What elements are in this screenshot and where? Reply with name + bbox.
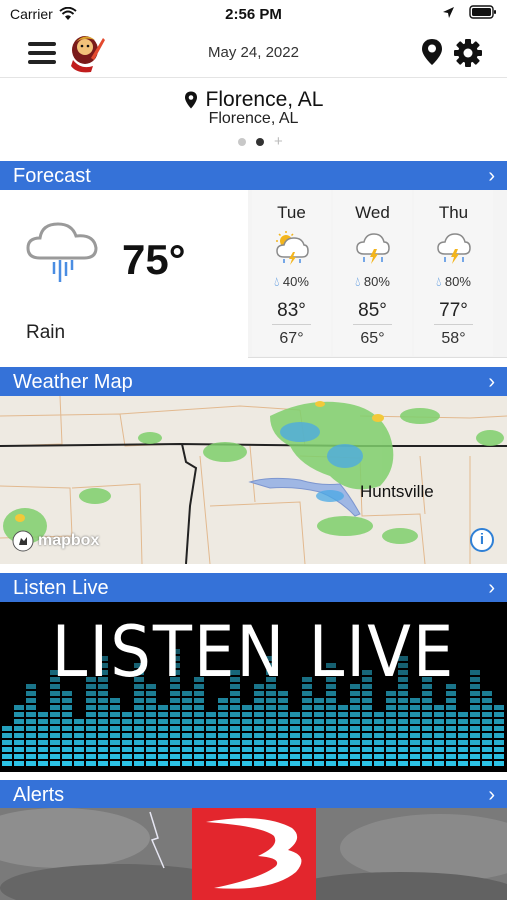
forecast-day-tue[interactable]: Tue 💧︎ 40% 83° 67° [252, 190, 331, 356]
location-pin-icon [184, 91, 197, 109]
mapbox-logo-icon [12, 530, 34, 552]
precip-chance: 💧︎ 40% [252, 274, 331, 290]
settings-gear-button[interactable] [453, 38, 483, 68]
map-city-label: Huntsville [360, 482, 434, 501]
mapbox-label: mapbox [38, 532, 100, 549]
location-pin-button[interactable] [420, 38, 444, 66]
temp-divider [353, 324, 392, 325]
listen-live-header[interactable]: Listen Live › [0, 573, 507, 602]
map-info-button[interactable]: i [470, 528, 494, 552]
top-nav: May 24, 2022 [0, 28, 507, 78]
day-name: Thu [438, 203, 469, 222]
day-name: Wed [355, 203, 390, 222]
forecast-header[interactable]: Forecast › [0, 161, 507, 190]
low-temp: 58° [441, 330, 466, 347]
raindrop-icon: 💧︎ [355, 274, 361, 289]
location-header[interactable]: Florence, AL Florence, AL + [0, 80, 507, 158]
alerts-header[interactable]: Alerts › [0, 780, 507, 809]
chevron-right-icon: › [488, 165, 495, 187]
temp-divider [272, 324, 311, 325]
raindrop-icon: 💧︎ [274, 274, 280, 289]
battery-icon [469, 5, 496, 19]
chevron-right-icon: › [488, 784, 495, 806]
daily-forecast-list: Tue 💧︎ 40% 83° 67° Wed 💧︎ 80% 85° 65° Th… [252, 190, 493, 356]
high-temp: 77° [439, 300, 468, 321]
listen-live-title: Listen Live [13, 577, 109, 599]
precip-value: 80% [363, 274, 390, 289]
precip-value: 80% [444, 274, 471, 289]
page-dot[interactable] [238, 138, 246, 146]
thunderstorm-icon [356, 233, 390, 264]
low-temp: 65° [360, 330, 385, 347]
precip-chance: 💧︎ 80% [333, 274, 412, 290]
listen-live-banner[interactable]: LISTEN LIVE [0, 602, 507, 772]
high-temp: 85° [358, 300, 387, 321]
current-temperature: 75° [122, 236, 186, 283]
current-condition: Rain [26, 322, 66, 343]
page-dot-active[interactable] [256, 138, 264, 146]
alerts-banner[interactable] [0, 808, 507, 900]
current-conditions: 75° Rain [0, 190, 248, 358]
status-time: 2:56 PM [225, 6, 282, 23]
temp-divider [434, 324, 473, 325]
location-subtitle: Florence, AL [208, 110, 299, 127]
forecast-day-thu[interactable]: Thu 💧︎ 80% 77° 58° [414, 190, 493, 356]
alerts-brand-logo [192, 808, 316, 900]
brand-logo-icon [206, 818, 302, 889]
forecast-panel[interactable]: 75° Rain Tue 💧︎ 40% 83° 67° Wed 💧︎ 80% 8… [0, 190, 507, 358]
raindrop-icon: 💧︎ [436, 274, 442, 289]
weather-map-header[interactable]: Weather Map › [0, 367, 507, 396]
location-name: Florence, AL [205, 88, 324, 111]
precip-chance: 💧︎ 80% [414, 274, 493, 290]
page-indicator[interactable]: + [238, 134, 283, 149]
thunderstorm-icon [437, 233, 471, 264]
low-temp: 67° [279, 330, 304, 347]
high-temp: 83° [277, 300, 306, 321]
alerts-title: Alerts [13, 784, 65, 806]
add-location-icon[interactable]: + [274, 134, 283, 149]
forecast-day-wed[interactable]: Wed 💧︎ 80% 85° 65° [333, 190, 412, 356]
mapbox-attribution[interactable]: mapbox [12, 530, 99, 552]
chevron-right-icon: › [488, 371, 495, 393]
status-bar: Carrier 2:56 PM [0, 0, 507, 28]
precip-value: 40% [282, 274, 309, 289]
partly-sunny-thunderstorm-icon [276, 231, 309, 265]
day-name: Tue [277, 203, 306, 222]
listen-live-banner-text: LISTEN LIVE [51, 612, 456, 694]
chevron-right-icon: › [488, 577, 495, 599]
location-arrow-icon [443, 6, 454, 18]
forecast-title: Forecast [13, 165, 91, 187]
weather-radar-map[interactable]: Huntsville mapbox i [0, 396, 507, 564]
rain-cloud-icon [26, 222, 98, 282]
weather-map-title: Weather Map [13, 371, 133, 393]
